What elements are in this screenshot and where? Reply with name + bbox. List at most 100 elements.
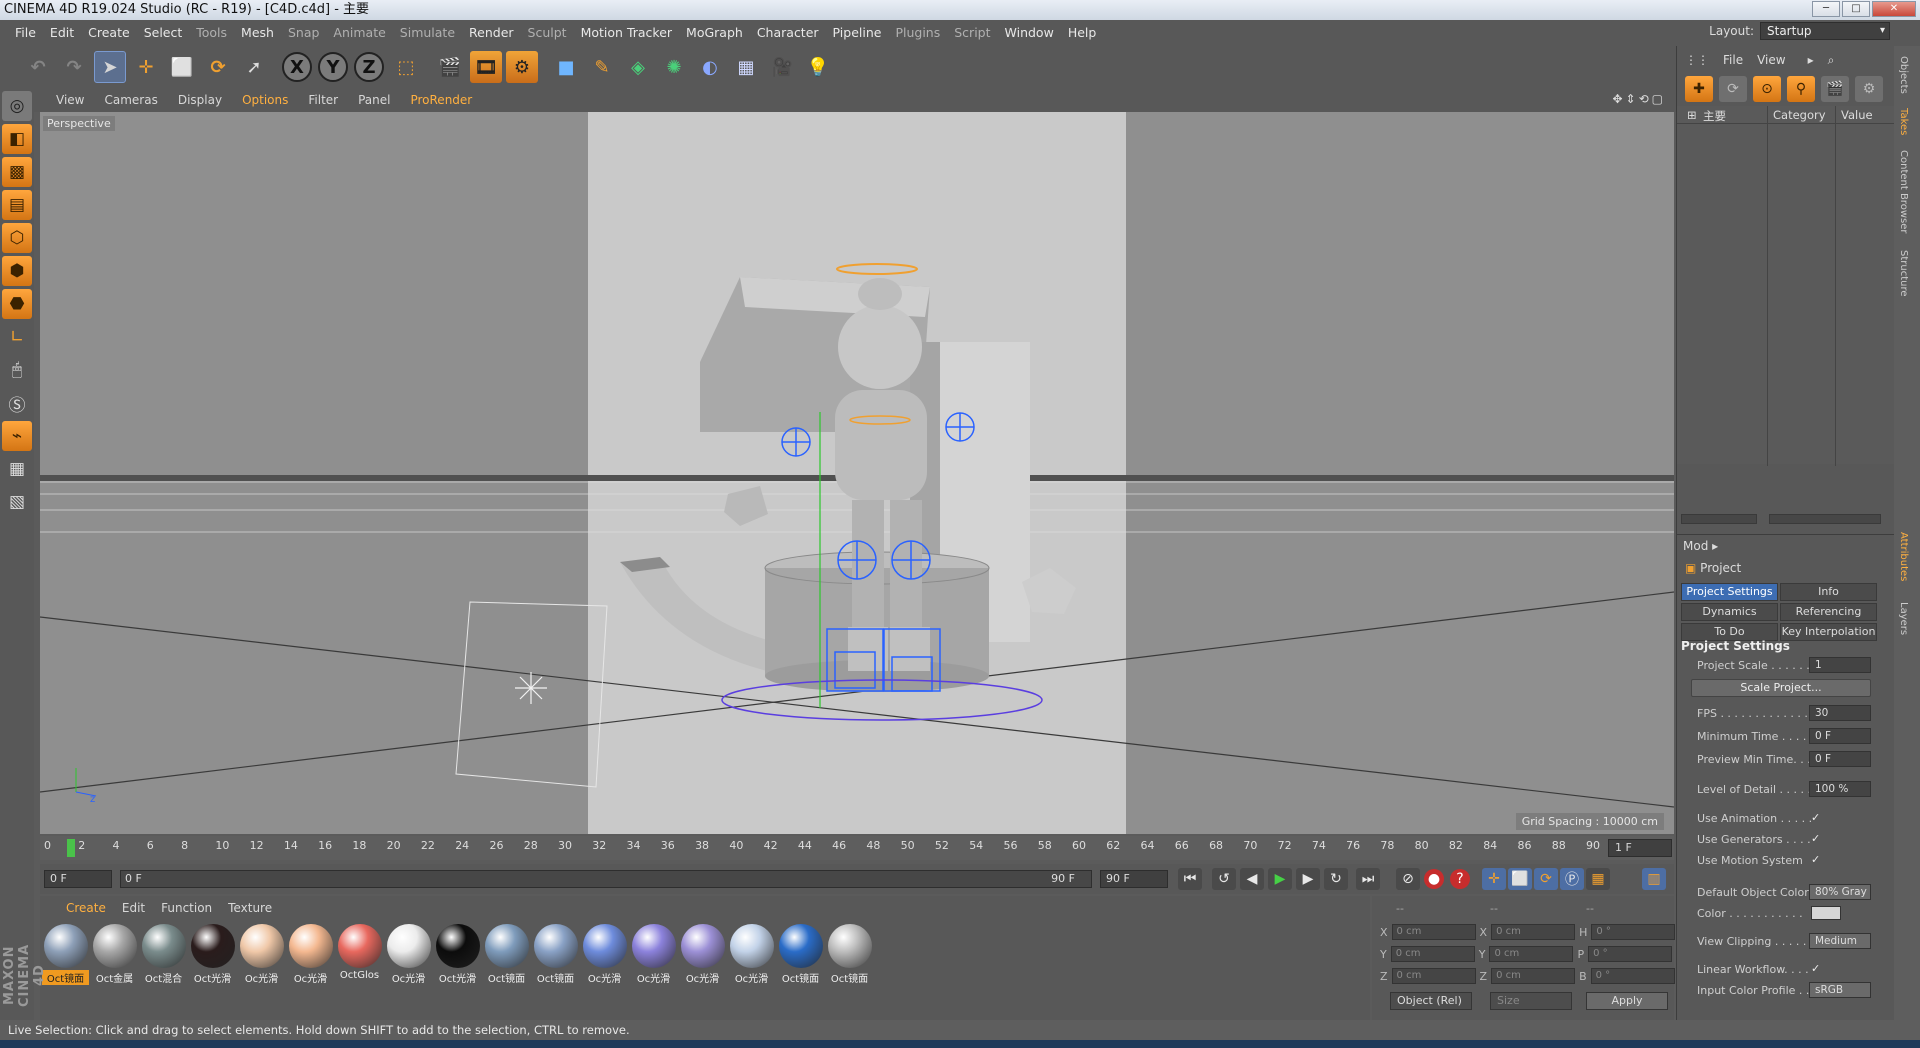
next-key-icon[interactable]: ↻ <box>1324 868 1348 890</box>
workplane-icon[interactable]: ▤ <box>2 190 32 220</box>
take-override-icon[interactable]: ⟳ <box>1719 76 1747 102</box>
key-scale-icon[interactable]: ⬜ <box>1508 868 1532 890</box>
mat-menu-function[interactable]: Function <box>153 901 220 915</box>
menu-file[interactable]: File <box>8 20 43 46</box>
use-generators-checkbox[interactable]: ✓ <box>1811 832 1820 845</box>
material-item[interactable]: OctGlos <box>336 924 383 985</box>
side-tab-objects[interactable]: Objects <box>1898 56 1909 94</box>
menu-plugins[interactable]: Plugins <box>888 20 947 46</box>
default-color-dropdown[interactable]: 80% Gray <box>1809 884 1871 900</box>
menu-snap[interactable]: Snap <box>281 20 326 46</box>
autokey-icon[interactable]: ? <box>1450 869 1470 889</box>
key-rotation-icon[interactable]: ⟳ <box>1534 868 1558 890</box>
side-tab-attributes[interactable]: Attributes <box>1898 532 1909 581</box>
vp-menu-panel[interactable]: Panel <box>348 93 400 107</box>
perspective-viewport[interactable]: z Perspective Grid Spacing : 10000 cm <box>40 112 1674 834</box>
material-item[interactable]: Oct镜面 <box>777 924 824 985</box>
camera-icon[interactable]: 🎥 <box>766 51 798 83</box>
obj-menu-view[interactable]: View <box>1757 53 1785 67</box>
render-view-icon[interactable]: 🎬 <box>434 51 466 83</box>
deformer-icon[interactable]: ◐ <box>694 51 726 83</box>
mat-menu-edit[interactable]: Edit <box>114 901 153 915</box>
use-animation-checkbox[interactable]: ✓ <box>1811 811 1820 824</box>
go-to-start-icon[interactable]: ⏮ <box>1178 868 1202 890</box>
material-item[interactable]: Oct金属 <box>91 924 138 985</box>
close-button[interactable]: ✕ <box>1872 1 1916 17</box>
texture-mode-icon[interactable]: ▩ <box>2 157 32 187</box>
vp-menu-prorender[interactable]: ProRender <box>400 93 482 107</box>
prev-key-icon[interactable]: ↺ <box>1212 868 1236 890</box>
menu-pipeline[interactable]: Pipeline <box>826 20 889 46</box>
scale-project-button[interactable]: Scale Project... <box>1691 679 1871 697</box>
move-icon[interactable]: ✛ <box>130 51 162 83</box>
menu-motion-tracker[interactable]: Motion Tracker <box>574 20 679 46</box>
render-settings-icon[interactable]: ⚙ <box>506 51 538 83</box>
take-add-icon[interactable]: ✚ <box>1685 76 1713 102</box>
vp-menu-cameras[interactable]: Cameras <box>94 93 167 107</box>
next-frame-icon[interactable]: ▶ <box>1296 868 1320 890</box>
end-frame-field[interactable]: 90 F <box>1100 870 1168 888</box>
menu-mograph[interactable]: MoGraph <box>679 20 750 46</box>
scale-icon[interactable]: ⬜ <box>166 51 198 83</box>
size-y-field[interactable]: 0 cm <box>1489 946 1574 962</box>
viewport-camera-label[interactable]: Perspective <box>43 116 115 131</box>
planar-workplane-icon[interactable]: ▧ <box>2 487 32 517</box>
tab-project-settings[interactable]: Project Settings <box>1681 583 1778 601</box>
material-item[interactable]: Oc光滑 <box>238 924 285 985</box>
material-item[interactable]: Oct光滑 <box>189 924 236 985</box>
polygons-mode-icon[interactable]: ⬣ <box>2 289 32 319</box>
timeline-playhead[interactable] <box>67 839 75 857</box>
recent-tool-icon[interactable]: ➚ <box>238 51 270 83</box>
expand-icon[interactable]: ▸ <box>1808 53 1814 67</box>
pen-spline-icon[interactable]: ✎ <box>586 51 618 83</box>
floor-icon[interactable]: ▦ <box>730 51 762 83</box>
key-param-icon[interactable]: Ⓟ <box>1560 868 1584 890</box>
coordinate-mode-dropdown[interactable]: Object (Rel) <box>1390 992 1472 1010</box>
menu-window[interactable]: Window <box>998 20 1061 46</box>
side-tab-takes[interactable]: Takes <box>1898 108 1909 135</box>
view-clipping-dropdown[interactable]: Medium <box>1809 933 1871 949</box>
material-item[interactable]: Oc光滑 <box>385 924 432 985</box>
fps-field[interactable]: 30 <box>1809 705 1871 721</box>
preview-min-field[interactable]: 0 F <box>1809 751 1871 767</box>
material-item[interactable]: Oct镜面 <box>483 924 530 985</box>
record-keys-icon[interactable]: ● <box>1424 869 1444 889</box>
lod-field[interactable]: 100 % <box>1809 781 1871 797</box>
apply-button[interactable]: Apply <box>1586 992 1668 1010</box>
take-root-item[interactable]: 主要 <box>1703 108 1726 124</box>
vp-menu-display[interactable]: Display <box>168 93 232 107</box>
menu-select[interactable]: Select <box>137 20 190 46</box>
take-auto-icon[interactable]: ⊙ <box>1753 76 1781 102</box>
take-render-icon[interactable]: 🎬 <box>1821 76 1849 102</box>
size-x-field[interactable]: 0 cm <box>1491 924 1576 940</box>
menu-tools[interactable]: Tools <box>189 20 234 46</box>
select-arrow-icon[interactable]: ➤ <box>94 51 126 83</box>
points-mode-icon[interactable]: ⬡ <box>2 223 32 253</box>
material-item[interactable]: Oct镜面 <box>42 924 89 985</box>
start-frame-field[interactable]: 0 F <box>44 870 112 888</box>
linear-workflow-checkbox[interactable]: ✓ <box>1811 962 1820 975</box>
rot-h-field[interactable]: 0 ° <box>1591 924 1676 940</box>
col-category[interactable]: Category <box>1773 108 1826 122</box>
menu-simulate[interactable]: Simulate <box>393 20 462 46</box>
current-frame-field[interactable]: 1 F <box>1608 839 1672 857</box>
prev-frame-icon[interactable]: ◀ <box>1240 868 1264 890</box>
material-item[interactable]: Oc光滑 <box>728 924 775 985</box>
model-mode-icon[interactable]: ◧ <box>2 124 32 154</box>
tab-referencing[interactable]: Referencing <box>1780 603 1877 621</box>
rot-p-field[interactable]: 0 ° <box>1588 946 1673 962</box>
input-profile-dropdown[interactable]: sRGB <box>1809 982 1871 998</box>
obj-menu-file[interactable]: File <box>1723 53 1743 67</box>
takes-list[interactable] <box>1677 124 1895 464</box>
key-pla-icon[interactable]: ▦ <box>1586 868 1610 890</box>
viewport-nav-icons[interactable]: ✥⇕⟲▢ <box>1612 92 1666 106</box>
lock-workplane-icon[interactable]: ▦ <box>2 454 32 484</box>
side-tab-content-browser[interactable]: Content Browser <box>1898 150 1909 233</box>
go-to-end-icon[interactable]: ⏭ <box>1356 868 1380 890</box>
render-picture-viewer-icon[interactable]: 🎞 <box>470 51 502 83</box>
z-axis-icon[interactable]: Z <box>354 52 384 82</box>
tab-key-interpolation[interactable]: Key Interpolation <box>1780 623 1877 641</box>
axis-mode-icon[interactable]: ∟ <box>2 322 32 352</box>
redo-icon[interactable]: ↷ <box>58 51 90 83</box>
use-motion-checkbox[interactable]: ✓ <box>1811 853 1820 866</box>
